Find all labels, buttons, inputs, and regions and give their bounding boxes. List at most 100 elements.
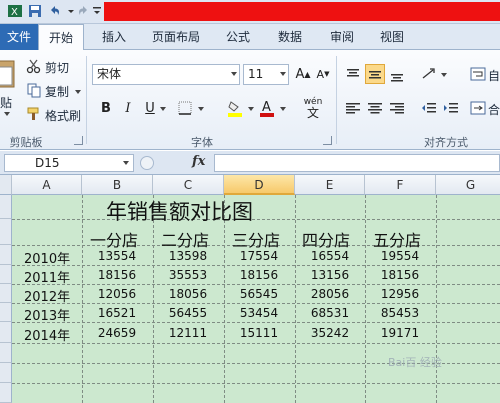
tab-review[interactable]: 审阅	[324, 24, 360, 50]
formula-input[interactable]	[214, 154, 500, 172]
tab-file[interactable]: 文件	[0, 24, 38, 50]
value-cell[interactable]: 18156	[82, 268, 152, 282]
column-header-c[interactable]: C	[153, 175, 224, 195]
column-header-d[interactable]: D	[224, 175, 295, 195]
save-icon[interactable]	[26, 2, 44, 20]
shrink-font-icon[interactable]: A ▼	[313, 64, 333, 84]
row-header[interactable]	[0, 383, 12, 403]
format-painter-button[interactable]: 格式刷	[45, 107, 81, 124]
tab-insert[interactable]: 插入	[96, 24, 132, 50]
year-cell[interactable]: 2014年	[24, 325, 70, 344]
copy-button[interactable]: 复制	[45, 83, 69, 100]
copy-dropdown-icon[interactable]	[75, 90, 81, 94]
row-header[interactable]	[0, 195, 12, 219]
value-cell[interactable]: 12111	[153, 326, 223, 340]
select-all-corner[interactable]	[0, 175, 12, 195]
border-icon[interactable]	[176, 100, 194, 116]
value-cell[interactable]: 35242	[295, 326, 365, 340]
row-header[interactable]	[0, 284, 12, 303]
align-center-icon[interactable]	[365, 98, 385, 118]
insert-function-button[interactable]: fx	[192, 154, 205, 169]
value-cell[interactable]: 13156	[295, 268, 365, 282]
align-middle-icon[interactable]	[365, 64, 385, 84]
value-cell[interactable]: 18056	[153, 287, 223, 301]
store-header[interactable]: 二分店	[161, 227, 209, 251]
underline-dropdown-icon[interactable]	[160, 107, 166, 111]
store-header[interactable]: 一分店	[90, 227, 138, 251]
border-dropdown-icon[interactable]	[198, 107, 204, 111]
store-header[interactable]: 四分店	[302, 227, 350, 251]
font-color-dropdown-icon[interactable]	[280, 107, 286, 111]
font-size-select[interactable]: 11	[243, 64, 289, 85]
tab-home[interactable]: 开始	[38, 24, 84, 51]
value-cell[interactable]: 19554	[365, 249, 435, 263]
grow-font-icon[interactable]: A ▲	[293, 64, 313, 84]
value-cell[interactable]: 56455	[153, 306, 223, 320]
row-header[interactable]	[0, 219, 12, 245]
merge-center-icon[interactable]	[470, 100, 486, 116]
italic-button[interactable]: I	[118, 98, 138, 118]
wrap-text-button[interactable]: 自	[488, 67, 500, 84]
value-cell[interactable]: 53454	[224, 306, 294, 320]
row-header[interactable]	[0, 322, 12, 343]
align-right-icon[interactable]	[387, 98, 407, 118]
value-cell[interactable]: 68531	[295, 306, 365, 320]
value-cell[interactable]: 28056	[295, 287, 365, 301]
value-cell[interactable]: 16554	[295, 249, 365, 263]
value-cell[interactable]: 17554	[224, 249, 294, 263]
row-header[interactable]	[0, 303, 12, 322]
row-header[interactable]	[0, 363, 12, 383]
store-header[interactable]: 五分店	[373, 227, 421, 251]
tab-page-layout[interactable]: 页面布局	[146, 24, 206, 50]
name-box[interactable]: D15	[4, 154, 134, 172]
font-color-icon[interactable]: A	[258, 98, 276, 118]
value-cell[interactable]: 85453	[365, 306, 435, 320]
underline-button[interactable]: U	[140, 98, 160, 118]
value-cell[interactable]: 16521	[82, 306, 152, 320]
clipboard-launcher-icon[interactable]	[74, 136, 83, 145]
tab-view[interactable]: 视图	[374, 24, 410, 50]
value-cell[interactable]: 13554	[82, 249, 152, 263]
year-cell[interactable]: 2012年	[24, 286, 70, 305]
wrap-text-icon[interactable]	[470, 66, 486, 82]
value-cell[interactable]: 35553	[153, 268, 223, 282]
align-top-icon[interactable]	[343, 64, 363, 84]
value-cell[interactable]: 15111	[224, 326, 294, 340]
column-header-g[interactable]: G	[436, 175, 500, 195]
excel-logo-icon[interactable]: X	[6, 2, 24, 20]
fill-color-dropdown-icon[interactable]	[248, 107, 254, 111]
value-cell[interactable]: 19171	[365, 326, 435, 340]
value-cell[interactable]: 24659	[82, 326, 152, 340]
value-cell[interactable]: 12956	[365, 287, 435, 301]
paste-icon[interactable]	[0, 56, 16, 90]
phonetic-guide-button[interactable]: wén 文	[298, 94, 328, 122]
value-cell[interactable]: 18156	[224, 268, 294, 282]
value-cell[interactable]: 56545	[224, 287, 294, 301]
orientation-icon[interactable]	[419, 64, 439, 84]
orientation-dropdown-icon[interactable]	[441, 73, 447, 77]
value-cell[interactable]: 13598	[153, 249, 223, 263]
align-left-icon[interactable]	[343, 98, 363, 118]
column-header-b[interactable]: B	[82, 175, 153, 195]
align-bottom-icon[interactable]	[387, 64, 407, 84]
tab-data[interactable]: 数据	[272, 24, 308, 50]
decrease-indent-icon[interactable]	[419, 98, 439, 118]
store-header[interactable]: 三分店	[232, 227, 280, 251]
column-header-a[interactable]: A	[12, 175, 82, 195]
paste-button[interactable]: 贴	[0, 94, 12, 111]
increase-indent-icon[interactable]	[441, 98, 461, 118]
row-header[interactable]	[0, 245, 12, 265]
year-cell[interactable]: 2013年	[24, 305, 70, 324]
bold-button[interactable]: B	[96, 98, 116, 118]
fill-color-icon[interactable]	[226, 98, 244, 118]
font-launcher-icon[interactable]	[323, 136, 332, 145]
font-name-select[interactable]: 宋体	[92, 64, 240, 85]
year-cell[interactable]: 2010年	[24, 248, 70, 267]
sheet-title[interactable]: 年销售额对比图	[106, 196, 253, 226]
row-header[interactable]	[0, 265, 12, 284]
merge-center-button[interactable]: 合	[488, 101, 500, 118]
row-header[interactable]	[0, 343, 12, 363]
formula-bar-grip-icon[interactable]	[140, 156, 154, 170]
column-header-f[interactable]: F	[365, 175, 436, 195]
tab-formulas[interactable]: 公式	[220, 24, 256, 50]
